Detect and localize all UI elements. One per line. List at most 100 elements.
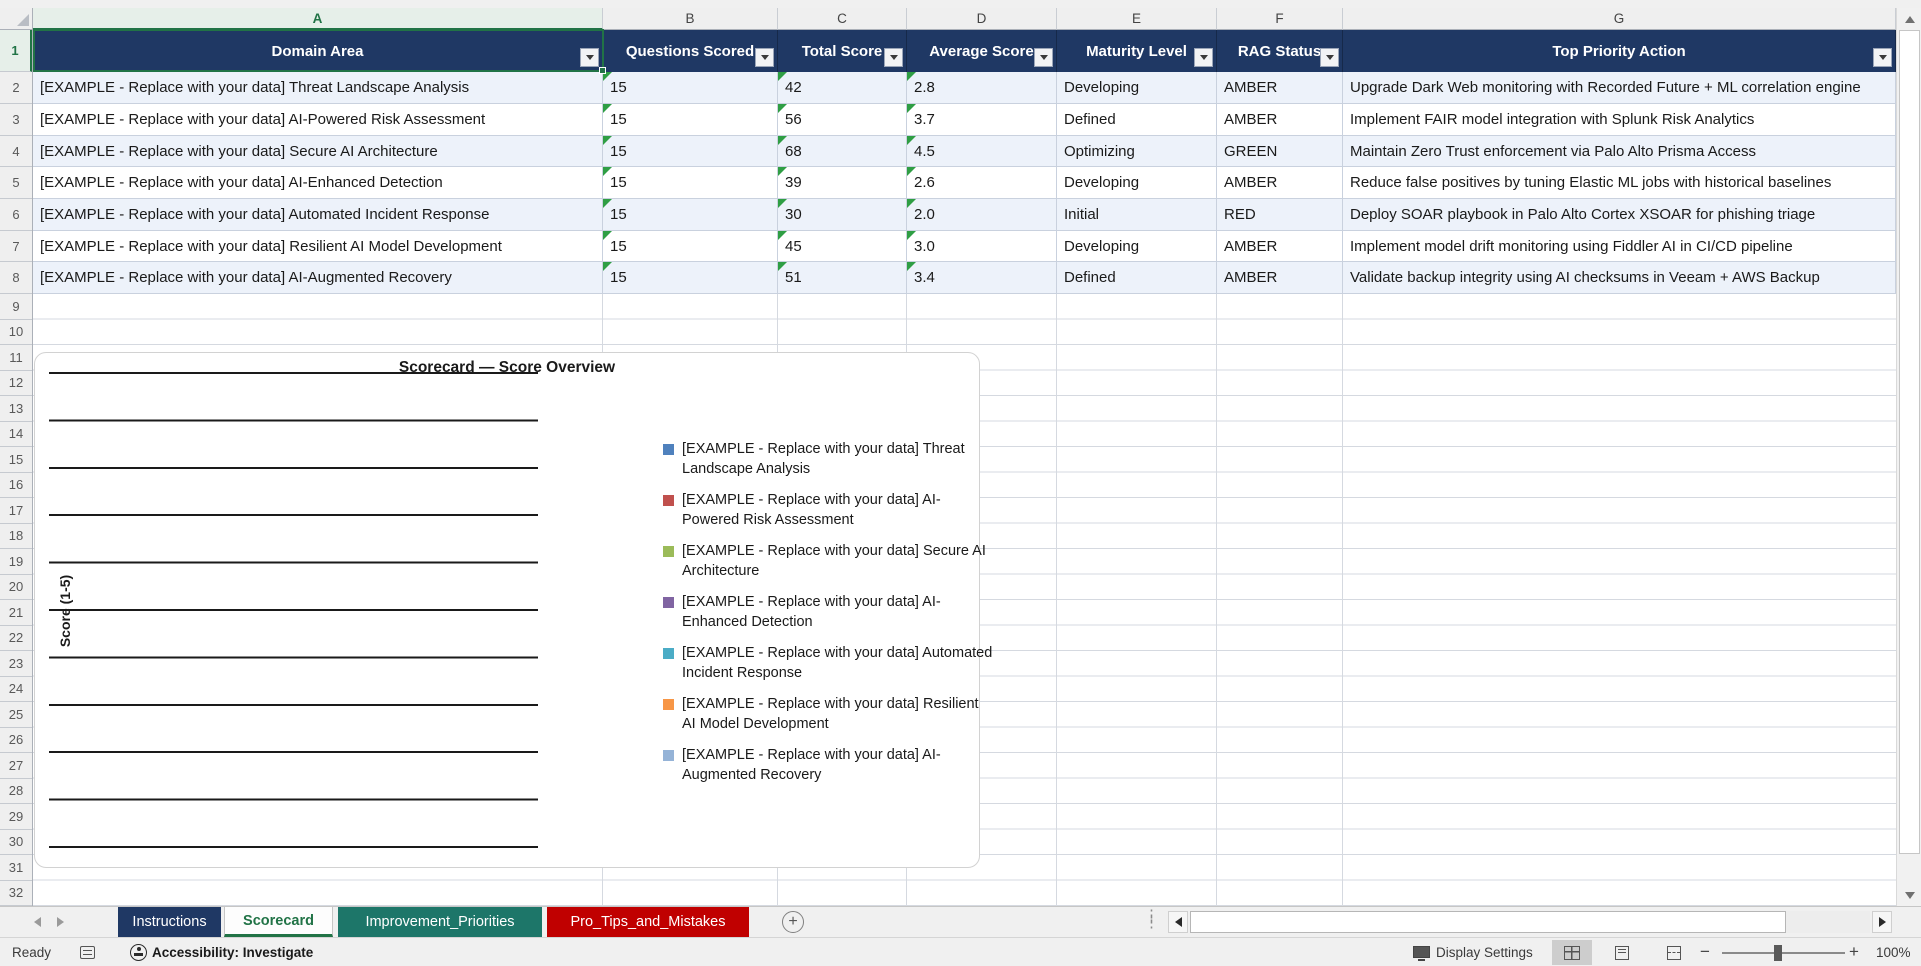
filter-dropdown-button[interactable] — [580, 48, 599, 67]
vertical-scrollbar-thumb[interactable] — [1899, 30, 1920, 854]
cell-E5[interactable]: Developing — [1057, 167, 1217, 199]
hscroll-right-button[interactable] — [1872, 911, 1892, 933]
table-header-maturity-level[interactable]: Maturity Level — [1057, 30, 1217, 72]
tab-scorecard[interactable]: Scorecard — [224, 907, 333, 937]
row-header-22[interactable]: 22 — [0, 626, 32, 651]
row-header-4[interactable]: 4 — [0, 136, 32, 167]
tab-pro-tips-and-mistakes[interactable]: Pro_Tips_and_Mistakes — [547, 907, 749, 937]
cell-A3[interactable]: [EXAMPLE - Replace with your data] AI-Po… — [33, 104, 603, 136]
cell-G2[interactable]: Upgrade Dark Web monitoring with Recorde… — [1343, 72, 1896, 104]
cell-C5[interactable]: 39 — [778, 167, 907, 199]
cell-B3[interactable]: 15 — [603, 104, 778, 136]
filter-dropdown-button[interactable] — [1034, 48, 1053, 67]
cell-C4[interactable]: 68 — [778, 136, 907, 167]
table-header-rag-status[interactable]: RAG Status — [1217, 30, 1343, 72]
cell-G6[interactable]: Deploy SOAR playbook in Palo Alto Cortex… — [1343, 199, 1896, 231]
row-header-1[interactable]: 1 — [0, 30, 32, 72]
tab-scroll-right-icon[interactable] — [57, 917, 64, 927]
column-header-D[interactable]: D — [907, 8, 1057, 30]
select-all-button[interactable] — [0, 8, 33, 30]
cell-G7[interactable]: Implement model drift monitoring using F… — [1343, 231, 1896, 262]
tab-scroll-left-icon[interactable] — [34, 917, 41, 927]
row-header-8[interactable]: 8 — [0, 262, 32, 294]
cell-A5[interactable]: [EXAMPLE - Replace with your data] AI-En… — [33, 167, 603, 199]
cell-C3[interactable]: 56 — [778, 104, 907, 136]
cell-E3[interactable]: Defined — [1057, 104, 1217, 136]
cell-D7[interactable]: 3.0 — [907, 231, 1057, 262]
horizontal-scrollbar-thumb[interactable] — [1190, 911, 1786, 933]
filter-dropdown-button[interactable] — [884, 48, 903, 67]
macro-record-button[interactable] — [80, 938, 95, 966]
cell-F5[interactable]: AMBER — [1217, 167, 1343, 199]
row-header-5[interactable]: 5 — [0, 167, 32, 199]
column-header-A[interactable]: A — [33, 8, 603, 30]
cell-C6[interactable]: 30 — [778, 199, 907, 231]
table-header-average-score[interactable]: Average Score — [907, 30, 1057, 72]
cell-E2[interactable]: Developing — [1057, 72, 1217, 104]
filter-dropdown-button[interactable] — [1320, 48, 1339, 67]
cell-D3[interactable]: 3.7 — [907, 104, 1057, 136]
row-header-25[interactable]: 25 — [0, 702, 32, 728]
zoom-level[interactable]: 100% — [1876, 938, 1911, 966]
zoom-in-button[interactable]: + — [1849, 938, 1859, 966]
row-header-11[interactable]: 11 — [0, 345, 32, 371]
cell-E4[interactable]: Optimizing — [1057, 136, 1217, 167]
horizontal-scrollbar[interactable] — [1190, 911, 1870, 933]
cell-B8[interactable]: 15 — [603, 262, 778, 294]
table-header-total-score[interactable]: Total Score — [778, 30, 907, 72]
column-header-B[interactable]: B — [603, 8, 778, 30]
row-header-17[interactable]: 17 — [0, 498, 32, 524]
row-header-19[interactable]: 19 — [0, 549, 32, 575]
cell-B4[interactable]: 15 — [603, 136, 778, 167]
scroll-down-button[interactable] — [1899, 885, 1920, 905]
table-header-domain-area[interactable]: Domain Area — [33, 30, 603, 72]
cell-D4[interactable]: 4.5 — [907, 136, 1057, 167]
page-break-view-button[interactable] — [1654, 940, 1694, 965]
row-header-2[interactable]: 2 — [0, 72, 32, 104]
row-header-16[interactable]: 16 — [0, 473, 32, 498]
column-header-F[interactable]: F — [1217, 8, 1343, 30]
cell-A6[interactable]: [EXAMPLE - Replace with your data] Autom… — [33, 199, 603, 231]
row-header-31[interactable]: 31 — [0, 855, 32, 881]
cell-G4[interactable]: Maintain Zero Trust enforcement via Palo… — [1343, 136, 1896, 167]
row-header-23[interactable]: 23 — [0, 651, 32, 677]
row-header-3[interactable]: 3 — [0, 104, 32, 136]
cell-F8[interactable]: AMBER — [1217, 262, 1343, 294]
row-header-32[interactable]: 32 — [0, 881, 32, 906]
cell-A2[interactable]: [EXAMPLE - Replace with your data] Threa… — [33, 72, 603, 104]
cell-A4[interactable]: [EXAMPLE - Replace with your data] Secur… — [33, 136, 603, 167]
row-header-12[interactable]: 12 — [0, 371, 32, 396]
cell-G8[interactable]: Validate backup integrity using AI check… — [1343, 262, 1896, 294]
cell-G3[interactable]: Implement FAIR model integration with Sp… — [1343, 104, 1896, 136]
row-header-21[interactable]: 21 — [0, 600, 32, 626]
cell-G5[interactable]: Reduce false positives by tuning Elastic… — [1343, 167, 1896, 199]
row-header-9[interactable]: 9 — [0, 294, 32, 320]
cell-D5[interactable]: 2.6 — [907, 167, 1057, 199]
row-header-30[interactable]: 30 — [0, 830, 32, 855]
row-header-7[interactable]: 7 — [0, 231, 32, 262]
cell-D8[interactable]: 3.4 — [907, 262, 1057, 294]
row-header-27[interactable]: 27 — [0, 753, 32, 779]
cell-B6[interactable]: 15 — [603, 199, 778, 231]
cell-B7[interactable]: 15 — [603, 231, 778, 262]
cell-B2[interactable]: 15 — [603, 72, 778, 104]
row-header-28[interactable]: 28 — [0, 779, 32, 804]
accessibility-status[interactable]: Accessibility: Investigate — [130, 938, 313, 966]
row-header-14[interactable]: 14 — [0, 422, 32, 447]
vertical-scrollbar[interactable] — [1896, 8, 1921, 906]
tab-splitter-handle[interactable]: ⋮ ⋮ — [1144, 908, 1159, 932]
cell-C2[interactable]: 42 — [778, 72, 907, 104]
cell-F7[interactable]: AMBER — [1217, 231, 1343, 262]
row-header-29[interactable]: 29 — [0, 804, 32, 830]
cell-B5[interactable]: 15 — [603, 167, 778, 199]
row-header-26[interactable]: 26 — [0, 728, 32, 753]
row-header-13[interactable]: 13 — [0, 396, 32, 422]
column-header-E[interactable]: E — [1057, 8, 1217, 30]
cell-E7[interactable]: Developing — [1057, 231, 1217, 262]
new-sheet-button[interactable]: + — [782, 911, 804, 933]
row-header-10[interactable]: 10 — [0, 320, 32, 345]
column-header-C[interactable]: C — [778, 8, 907, 30]
cell-D6[interactable]: 2.0 — [907, 199, 1057, 231]
tab-instructions[interactable]: Instructions — [118, 907, 221, 937]
cell-A8[interactable]: [EXAMPLE - Replace with your data] AI-Au… — [33, 262, 603, 294]
